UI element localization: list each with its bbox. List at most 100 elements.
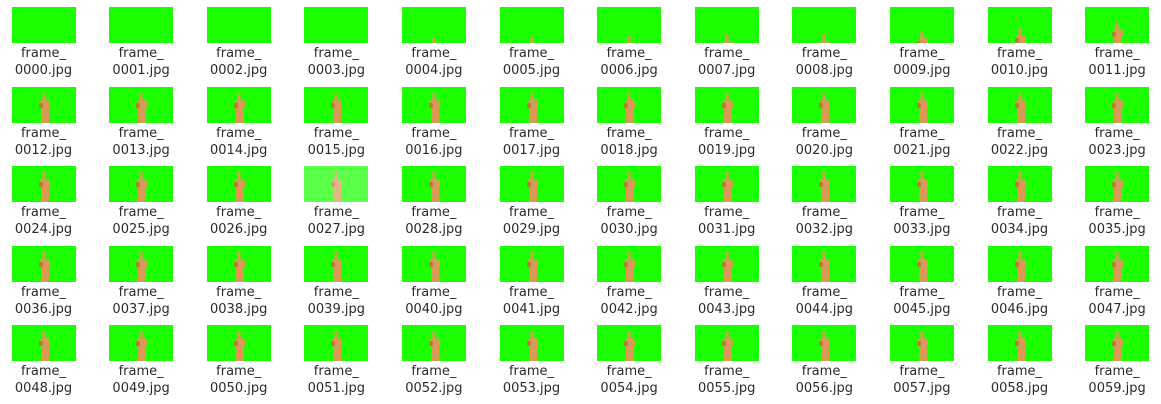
file-item[interactable]: frame_ 0040.jpg [390, 239, 478, 317]
file-item[interactable]: frame_ 0002.jpg [195, 0, 283, 78]
file-item[interactable]: frame_ 0019.jpg [683, 80, 771, 158]
hand-thumbnail-icon [206, 325, 271, 361]
file-item[interactable]: frame_ 0026.jpg [195, 159, 283, 237]
file-item[interactable]: frame_ 0009.jpg [878, 0, 966, 78]
file-item[interactable]: frame_ 0013.jpg [97, 80, 185, 158]
image-thumbnail [1085, 245, 1150, 282]
file-item[interactable]: frame_ 0050.jpg [195, 318, 283, 396]
file-name-line2: 0014.jpg [210, 142, 268, 158]
file-item[interactable]: frame_ 0027.jpg [292, 159, 380, 237]
file-name: frame_ 0052.jpg [390, 363, 478, 397]
file-item[interactable]: frame_ 0055.jpg [683, 318, 771, 396]
file-name-line1: frame_ [508, 46, 555, 61]
file-name-line2: 0015.jpg [307, 142, 365, 158]
file-item[interactable]: frame_ 0000.jpg [0, 0, 88, 78]
file-item[interactable]: frame_ 0012.jpg [0, 80, 88, 158]
file-item[interactable]: frame_ 0033.jpg [878, 159, 966, 237]
file-item[interactable]: frame_ 0054.jpg [585, 318, 673, 396]
file-item[interactable]: frame_ 0048.jpg [0, 318, 88, 396]
file-item[interactable]: frame_ 0003.jpg [292, 0, 380, 79]
file-name-line1: frame_ [996, 284, 1043, 300]
file-item[interactable]: frame_ 0006.jpg [585, 0, 673, 78]
hand-thumbnail-icon [499, 245, 564, 282]
file-item[interactable]: frame_ 0037.jpg [97, 239, 185, 318]
file-item[interactable]: frame_ 0042.jpg [585, 239, 673, 317]
file-item[interactable]: frame_ 0020.jpg [780, 80, 868, 158]
file-name: frame_ 0035.jpg [1073, 204, 1161, 238]
hand-thumbnail-icon [109, 86, 174, 123]
file-item[interactable]: frame_ 0038.jpg [195, 239, 283, 318]
image-thumbnail [792, 245, 857, 282]
file-item[interactable]: frame_ 0031.jpg [683, 159, 771, 237]
file-item[interactable]: frame_ 0030.jpg [585, 159, 673, 237]
file-item[interactable]: frame_ 0043.jpg [683, 239, 771, 317]
file-item[interactable]: frame_ 0032.jpg [780, 159, 868, 237]
file-item[interactable]: frame_ 0044.jpg [780, 239, 868, 317]
file-name: frame_ 0017.jpg [488, 125, 576, 159]
file-item[interactable]: frame_ 0015.jpg [292, 80, 380, 158]
hand-thumbnail-icon [304, 86, 369, 123]
file-name-line2: 0007.jpg [698, 63, 756, 78]
file-item[interactable]: frame_ 0018.jpg [585, 80, 673, 158]
file-name-line2: 0035.jpg [1088, 222, 1146, 237]
file-item[interactable]: frame_ 0025.jpg [97, 159, 185, 237]
file-item[interactable]: frame_ 0049.jpg [97, 318, 185, 396]
hand-thumbnail-icon [206, 7, 271, 43]
file-name-line1: frame_ [899, 364, 945, 379]
file-item[interactable]: frame_ 0004.jpg [390, 0, 478, 78]
file-item[interactable]: frame_ 0005.jpg [488, 0, 576, 79]
file-item[interactable]: frame_ 0022.jpg [976, 80, 1064, 158]
file-name: frame_ 0037.jpg [97, 284, 185, 318]
file-name: frame_ 0005.jpg [488, 45, 576, 79]
file-item[interactable]: frame_ 0058.jpg [976, 318, 1064, 396]
file-item[interactable]: frame_ 0010.jpg [976, 0, 1064, 78]
file-item[interactable]: frame_ 0039.jpg [292, 239, 380, 317]
image-thumbnail [499, 166, 564, 202]
file-item[interactable]: frame_ 0008.jpg [780, 0, 868, 78]
file-item[interactable]: frame_ 0052.jpg [390, 318, 478, 397]
file-item[interactable]: frame_ 0016.jpg [390, 80, 478, 159]
file-name-line2: 0010.jpg [990, 63, 1049, 78]
file-name: frame_ 0016.jpg [390, 125, 478, 159]
file-item[interactable]: frame_ 0059.jpg [1073, 318, 1161, 396]
file-item[interactable]: frame_ 0056.jpg [780, 318, 868, 396]
file-name: frame_ 0007.jpg [683, 45, 771, 79]
file-name-line2: 0016.jpg [405, 142, 463, 158]
file-name-line2: 0006.jpg [600, 63, 658, 78]
file-item[interactable]: frame_ 0036.jpg [0, 239, 88, 317]
image-thumbnail [889, 86, 954, 123]
file-item[interactable]: frame_ 0041.jpg [488, 239, 576, 317]
hand-thumbnail-icon [987, 7, 1052, 43]
file-name: frame_ 0003.jpg [292, 45, 380, 79]
file-item[interactable]: frame_ 0029.jpg [488, 159, 576, 237]
file-name-line1: frame_ [313, 284, 359, 300]
file-name-line1: frame_ [20, 205, 67, 220]
file-item[interactable]: frame_ 0028.jpg [390, 159, 478, 237]
file-item[interactable]: frame_ 0053.jpg [488, 318, 576, 396]
file-item[interactable]: frame_ 0021.jpg [878, 80, 966, 158]
file-name: frame_ 0038.jpg [195, 284, 283, 318]
file-item[interactable]: frame_ 0007.jpg [683, 0, 771, 79]
file-item[interactable]: frame_ 0014.jpg [195, 80, 283, 158]
file-item[interactable]: frame_ 0057.jpg [878, 318, 966, 396]
file-item[interactable]: frame_ 0047.jpg [1073, 239, 1161, 317]
image-thumbnail [304, 245, 369, 282]
file-item[interactable]: frame_ 0024.jpg [0, 159, 88, 237]
hand-thumbnail-icon [694, 245, 759, 282]
file-item[interactable]: frame_ 0023.jpg [1073, 80, 1161, 158]
file-item[interactable]: frame_ 0046.jpg [976, 239, 1064, 317]
file-name-line1: frame_ [899, 125, 945, 141]
file-item[interactable]: frame_ 0034.jpg [976, 159, 1064, 237]
file-name-line2: 0044.jpg [795, 301, 853, 317]
image-thumbnail [11, 166, 76, 202]
file-item[interactable]: frame_ 0035.jpg [1073, 159, 1161, 238]
file-item[interactable]: frame_ 0051.jpg [292, 318, 380, 396]
file-item[interactable]: frame_ 0017.jpg [488, 80, 576, 159]
file-item[interactable]: frame_ 0045.jpg [878, 239, 966, 317]
file-item[interactable]: frame_ 0011.jpg [1073, 0, 1161, 78]
file-name-line2: 0020.jpg [795, 142, 853, 158]
image-thumbnail [987, 86, 1052, 123]
file-item[interactable]: frame_ 0001.jpg [97, 0, 185, 78]
file-name-line2: 0055.jpg [698, 381, 756, 396]
hand-thumbnail-icon [109, 325, 174, 361]
